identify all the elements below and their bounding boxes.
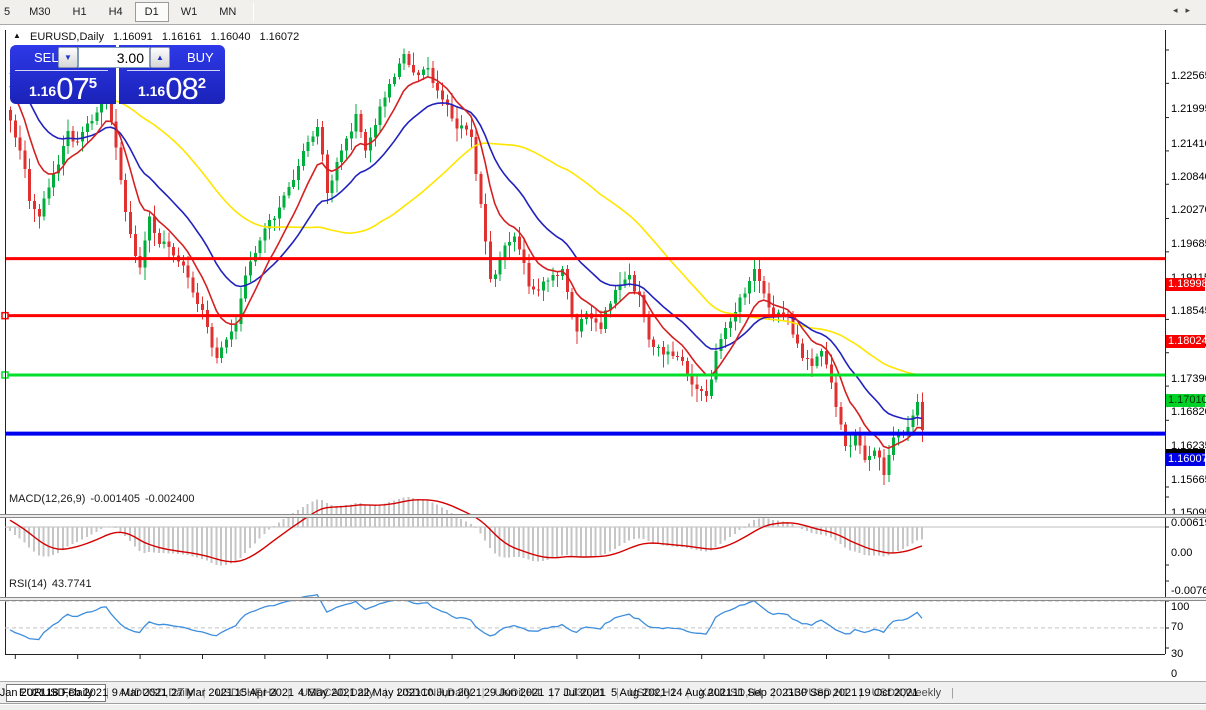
buy-price: 1.16082 (119, 71, 225, 107)
trading-platform-window: 5M30H1H4D1W1MN ▲ EURUSD,Daily 1.16091 1.… (0, 0, 1206, 710)
timeframe-button-h1[interactable]: H1 (63, 2, 97, 22)
timeframe-button-w1[interactable]: W1 (171, 2, 208, 22)
toolbar-separator (253, 3, 254, 21)
buy-label: BUY (187, 50, 214, 65)
rsi-name: RSI(14) (9, 578, 47, 590)
chart-window[interactable]: ▲ EURUSD,Daily 1.16091 1.16161 1.16040 1… (0, 26, 1206, 680)
quote-high: 1.16161 (162, 31, 202, 43)
rsi-panel-title: RSI(14) 43.7741 (9, 578, 97, 590)
timeframe-button-h4[interactable]: H4 (99, 2, 133, 22)
macd-value-main: -0.001405 (90, 493, 140, 505)
tab-scroll-buttons: ◂▸ (1173, 5, 1198, 16)
buy-price-small: 1.16 (138, 83, 165, 99)
macd-panel-title: MACD(12,26,9) -0.001405 -0.002400 (9, 493, 200, 505)
one-click-trading-widget: SELL 1.16075 BUY 1.16082 ▼ ▲ (10, 45, 225, 104)
symbol-period-label: EURUSD,Daily (30, 31, 104, 43)
macd-name: MACD(12,26,9) (9, 493, 85, 505)
chart-canvas[interactable] (0, 26, 1206, 710)
buy-price-big: 08 (165, 71, 197, 106)
tab-scroll-right-icon[interactable]: ▸ (1185, 5, 1198, 15)
tab-scroll-left-icon[interactable]: ◂ (1173, 5, 1186, 15)
timeframe-button-5[interactable]: 5 (1, 2, 17, 22)
macd-value-signal: -0.002400 (145, 493, 195, 505)
quote-open: 1.16091 (113, 31, 153, 43)
sell-price: 1.16075 (10, 71, 116, 107)
spin-down-icon: ▼ (64, 53, 72, 62)
timeframe-button-mn[interactable]: MN (209, 2, 246, 22)
buy-price-sup: 2 (198, 75, 206, 92)
lot-increase-button[interactable]: ▲ (150, 47, 170, 68)
collapse-triangle-icon[interactable]: ▲ (13, 31, 21, 40)
spin-up-icon: ▲ (156, 53, 164, 62)
timeframe-toolbar: 5M30H1H4D1W1MN (0, 0, 1206, 25)
sell-price-sup: 5 (89, 75, 97, 92)
sell-price-big: 07 (56, 71, 88, 106)
lot-decrease-button[interactable]: ▼ (58, 47, 78, 68)
chart-quote-header: ▲ EURUSD,Daily 1.16091 1.16161 1.16040 1… (13, 31, 305, 43)
timeframe-button-m30[interactable]: M30 (19, 2, 60, 22)
sell-price-small: 1.16 (29, 83, 56, 99)
quote-close: 1.16072 (260, 31, 300, 43)
timeframe-button-d1[interactable]: D1 (135, 2, 169, 22)
lot-size-input[interactable] (78, 47, 150, 68)
quote-low: 1.16040 (211, 31, 251, 43)
rsi-value: 43.7741 (52, 578, 92, 590)
